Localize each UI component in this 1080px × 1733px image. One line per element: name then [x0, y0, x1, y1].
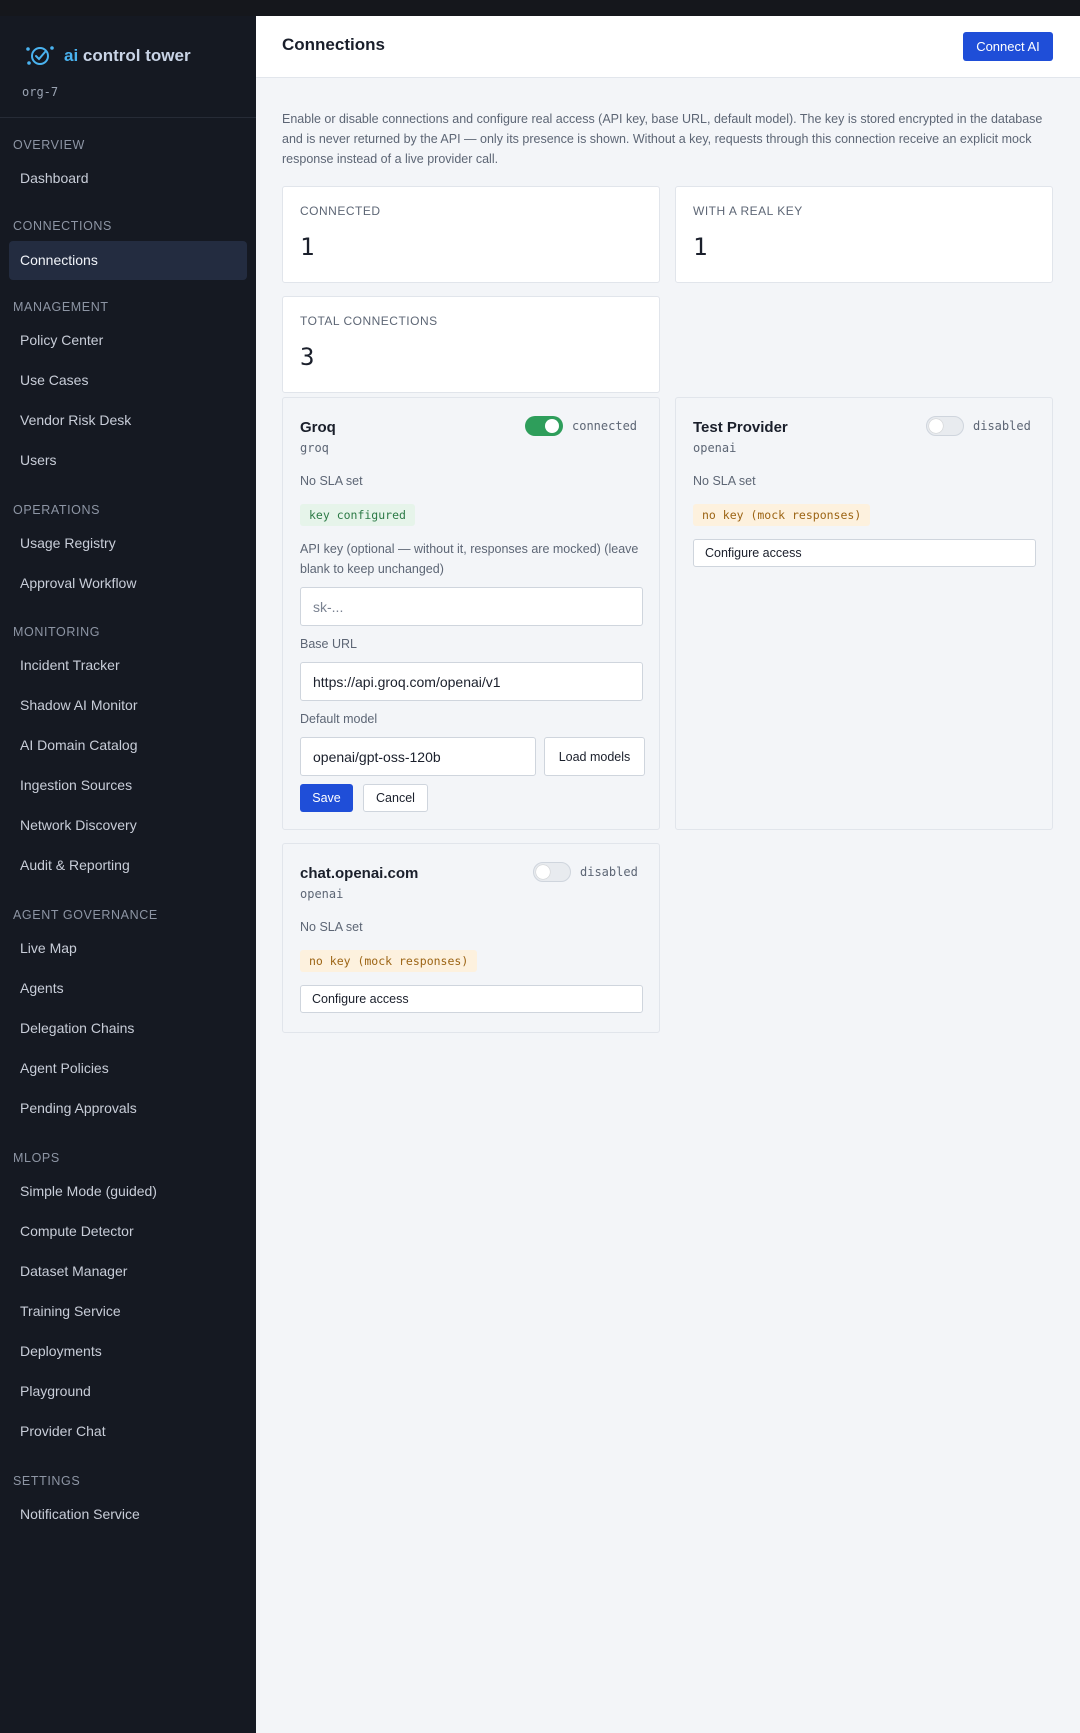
brand-rest: control tower: [78, 46, 191, 65]
stat-label: WITH A REAL KEY: [693, 204, 803, 218]
cancel-button[interactable]: Cancel: [363, 784, 428, 812]
sidebar-item-incident-tracker[interactable]: Incident Tracker: [0, 645, 256, 685]
connection-card-chat-openai: chat.openai.com openai disabled No SLA s…: [282, 843, 660, 1033]
connection-card-test-provider: Test Provider openai disabled No SLA set…: [675, 397, 1053, 830]
stat-with-real-key: WITH A REAL KEY 1: [675, 186, 1053, 283]
default-model-input[interactable]: [300, 737, 536, 776]
connection-toggle[interactable]: [926, 416, 964, 436]
sidebar-item-agents[interactable]: Agents: [0, 968, 256, 1008]
connection-title: chat.openai.com: [300, 865, 419, 882]
page-header: Connections Connect AI: [256, 16, 1080, 78]
sidebar-item-approval-workflow[interactable]: Approval Workflow: [0, 563, 256, 603]
org-id: org-7: [22, 85, 59, 99]
key-status-badge: key configured: [300, 504, 415, 526]
connection-title: Groq: [300, 419, 336, 436]
sidebar-item-delegation-chains[interactable]: Delegation Chains: [0, 1008, 256, 1048]
connect-ai-button[interactable]: Connect AI: [963, 32, 1053, 61]
stat-value: 1: [693, 233, 708, 261]
sidebar-item-dataset-manager[interactable]: Dataset Manager: [0, 1251, 256, 1291]
sidebar-item-dashboard[interactable]: Dashboard: [0, 158, 256, 198]
connection-toggle[interactable]: [525, 416, 563, 436]
configure-access-button[interactable]: Configure access: [693, 539, 1036, 567]
nav-section-monitoring: MONITORING: [13, 625, 101, 639]
stat-value: 3: [300, 343, 315, 371]
sidebar-item-vendor-risk-desk[interactable]: Vendor Risk Desk: [0, 400, 256, 440]
stat-label: CONNECTED: [300, 204, 381, 218]
api-key-input[interactable]: [300, 587, 643, 626]
brand: ai control tower org-7: [0, 16, 256, 118]
connection-toggle[interactable]: [533, 862, 571, 882]
sidebar-item-usage-registry[interactable]: Usage Registry: [0, 523, 256, 563]
base-url-input[interactable]: [300, 662, 643, 701]
sidebar-item-pending-approvals[interactable]: Pending Approvals: [0, 1088, 256, 1128]
connection-title: Test Provider: [693, 419, 788, 436]
sidebar-item-training-service[interactable]: Training Service: [0, 1291, 256, 1331]
sidebar-item-network-discovery[interactable]: Network Discovery: [0, 805, 256, 845]
toggle-knob: [929, 419, 943, 433]
connection-card-groq: Groq groq connected No SLA set key confi…: [282, 397, 660, 830]
page-description: Enable or disable connections and config…: [282, 112, 1043, 166]
nav-section-agent-governance: AGENT GOVERNANCE: [13, 908, 158, 922]
sla-text: No SLA set: [300, 920, 363, 934]
sidebar-item-audit-reporting[interactable]: Audit & Reporting: [0, 845, 256, 885]
key-status-badge: no key (mock responses): [300, 950, 478, 972]
brand-name[interactable]: ai control tower: [64, 46, 191, 66]
sidebar-item-notification-service[interactable]: Notification Service: [0, 1494, 256, 1534]
sidebar-item-use-cases[interactable]: Use Cases: [0, 360, 256, 400]
configure-access-button[interactable]: Configure access: [300, 985, 643, 1013]
sidebar-item-users[interactable]: Users: [0, 440, 256, 480]
sidebar-item-simple-mode[interactable]: Simple Mode (guided): [0, 1171, 256, 1211]
key-status-badge: no key (mock responses): [693, 504, 871, 526]
nav-section-management: MANAGEMENT: [13, 300, 109, 314]
control-tower-logo-icon: [26, 46, 54, 65]
sidebar-item-shadow-ai-monitor[interactable]: Shadow AI Monitor: [0, 685, 256, 725]
stat-value: 1: [300, 233, 315, 261]
sidebar-item-ingestion-sources[interactable]: Ingestion Sources: [0, 765, 256, 805]
stat-total-connections: TOTAL CONNECTIONS 3: [282, 296, 660, 393]
nav-section-operations: OPERATIONS: [13, 503, 101, 517]
connection-kind: groq: [300, 441, 329, 455]
nav-section-mlops: MLOPS: [13, 1151, 60, 1165]
sidebar-item-agent-policies[interactable]: Agent Policies: [0, 1048, 256, 1088]
stat-label: TOTAL CONNECTIONS: [300, 314, 438, 328]
save-button[interactable]: Save: [300, 784, 353, 812]
default-model-label: Default model: [300, 712, 378, 726]
connection-status: disabled: [580, 865, 638, 879]
base-url-label: Base URL: [300, 637, 357, 651]
stat-connected: CONNECTED 1: [282, 186, 660, 283]
sidebar-item-compute-detector[interactable]: Compute Detector: [0, 1211, 256, 1251]
api-key-label: API key (optional — without it, response…: [300, 542, 639, 576]
connection-kind: openai: [300, 887, 344, 901]
page-title: Connections: [282, 35, 385, 54]
nav-section-overview: OVERVIEW: [13, 138, 85, 152]
sidebar-item-connections[interactable]: Connections: [9, 241, 247, 280]
nav-section-settings: SETTINGS: [13, 1474, 81, 1488]
connection-status: connected: [572, 419, 638, 433]
sidebar-item-ai-domain-catalog[interactable]: AI Domain Catalog: [0, 725, 256, 765]
sla-text: No SLA set: [693, 474, 756, 488]
nav-section-connections: CONNECTIONS: [13, 219, 112, 233]
connection-status: disabled: [973, 419, 1031, 433]
sidebar-item-playground[interactable]: Playground: [0, 1371, 256, 1411]
sidebar-item-live-map[interactable]: Live Map: [0, 928, 256, 968]
sidebar-item-provider-chat[interactable]: Provider Chat: [0, 1411, 256, 1451]
sla-text: No SLA set: [300, 474, 363, 488]
main-content: Connections Connect AI Enable or disable…: [256, 16, 1080, 1733]
sidebar-item-policy-center[interactable]: Policy Center: [0, 320, 256, 360]
connection-kind: openai: [693, 441, 737, 455]
load-models-button[interactable]: Load models: [544, 737, 645, 776]
toggle-knob: [545, 419, 559, 433]
sidebar-item-deployments[interactable]: Deployments: [0, 1331, 256, 1371]
window-top-bar: [0, 0, 1080, 16]
brand-prefix: ai: [64, 46, 79, 65]
sidebar: ai control tower org-7 OVERVIEW Dashboar…: [0, 16, 256, 1733]
toggle-knob: [536, 865, 550, 879]
